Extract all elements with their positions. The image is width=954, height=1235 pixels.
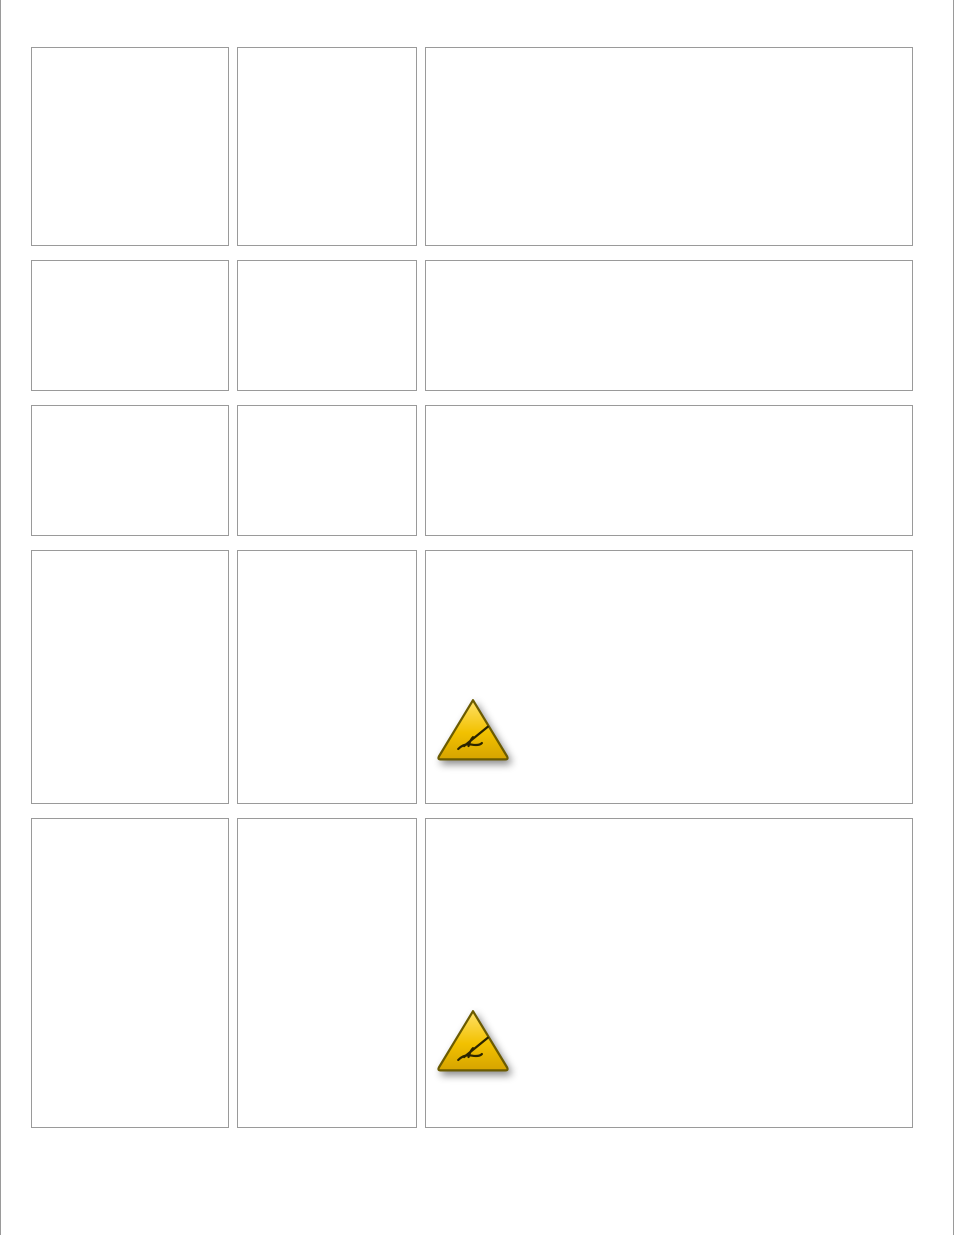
table-row-group [31,405,229,536]
table-row-group [237,550,417,804]
table-row-group [31,260,229,391]
table-row-group [237,405,417,536]
table-row-group [237,260,417,391]
document-page [0,0,954,1235]
table-row-group [31,818,229,1128]
table-row-group [237,47,417,246]
table-row-group [425,260,913,391]
caution-triangle-icon [436,697,510,761]
table-row-group [425,818,913,1128]
table-row-group [31,550,229,804]
table-row-group [425,47,913,246]
table-row-group [425,405,913,536]
table-row-group [425,550,913,804]
caution-triangle-icon [436,1008,510,1072]
table-row-group [31,47,229,246]
table-row-group [237,818,417,1128]
